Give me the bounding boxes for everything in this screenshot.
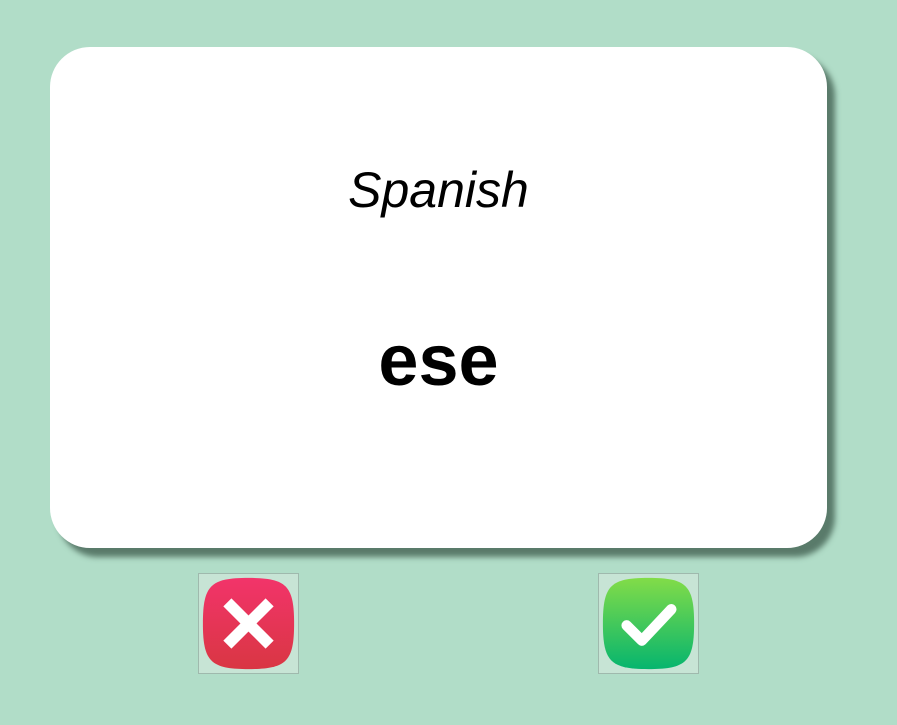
x-icon [202,577,295,670]
correct-button[interactable] [598,573,699,674]
card-language-label: Spanish [348,162,529,218]
checkmark-icon [602,577,695,670]
card-word: ese [378,321,499,401]
wrong-button[interactable] [198,573,299,674]
flashcard[interactable]: Spanish ese [50,47,827,548]
